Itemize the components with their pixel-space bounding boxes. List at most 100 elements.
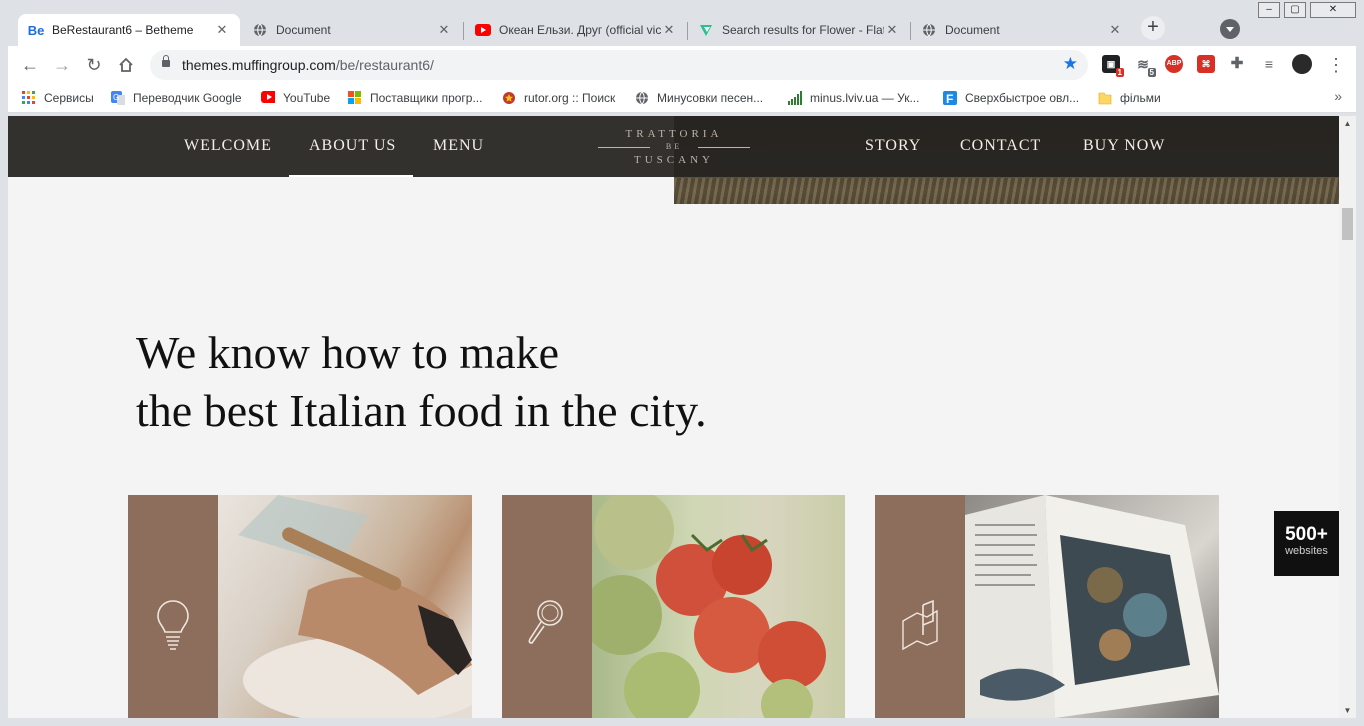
url-host: themes.muffingroup.com — [182, 57, 336, 73]
tab-title: Search results for Flower - Flat — [722, 23, 884, 37]
flag-map-icon — [902, 599, 938, 651]
apps-grid-icon — [22, 91, 35, 104]
badge-label: websites — [1285, 545, 1328, 557]
bookmark-google-translate[interactable]: G Переводчик Google — [111, 90, 242, 106]
logo-line-3: TUSCANY — [634, 154, 714, 166]
globe-icon — [252, 22, 268, 38]
page-scrollbar[interactable]: ▲ ▼ — [1339, 116, 1356, 718]
logo-rule — [598, 147, 650, 148]
reader-extension-icon[interactable]: ≋ 5 — [1134, 55, 1156, 77]
bookmark-minus-lviv[interactable]: minus.lviv.ua — Ук... — [788, 90, 919, 106]
feature-card[interactable] — [128, 495, 472, 718]
nav-menu[interactable]: MENU — [433, 137, 484, 155]
open-recipe-book-photo — [965, 495, 1219, 718]
adblock-extension-icon[interactable]: ABP — [1165, 55, 1183, 73]
notification-extension-icon[interactable]: ▣ 1 — [1102, 55, 1124, 77]
nav-buy-now[interactable]: BUY NOW — [1083, 137, 1165, 155]
pdf-extension-icon[interactable]: ⌘ — [1197, 55, 1215, 73]
tab-search-button[interactable] — [1220, 19, 1240, 39]
youtube-icon — [261, 91, 275, 103]
logo-rule — [698, 147, 750, 148]
youtube-icon — [475, 22, 491, 38]
address-bar[interactable]: themes.muffingroup.com/be/restaurant6/ ★ — [150, 50, 1088, 80]
be-logo-icon: Be — [27, 22, 45, 38]
bookmark-label: minus.lviv.ua — Ук... — [810, 91, 920, 105]
tab-document-1[interactable]: Document ✕ — [242, 14, 462, 46]
home-button[interactable] — [114, 54, 138, 76]
close-tab-icon[interactable]: ✕ — [436, 22, 452, 38]
magnifier-icon — [528, 600, 563, 644]
page-viewport: WELCOME ABOUT US MENU TRATTORIA BE TUSCA… — [8, 116, 1339, 718]
feature-card[interactable] — [875, 495, 1219, 718]
tab-title: BeRestaurant6 – Betheme — [52, 23, 194, 37]
tab-document-2[interactable]: Document ✕ — [911, 14, 1133, 46]
bookmarks-overflow-icon[interactable]: » — [1334, 88, 1342, 104]
google-translate-icon: G — [111, 91, 125, 105]
badge-number: 500+ — [1285, 524, 1328, 545]
tab-youtube[interactable]: Океан Ельзи. Друг (official vic ✕ — [465, 14, 687, 46]
close-tab-icon[interactable]: ✕ — [661, 22, 677, 38]
site-logo[interactable]: TRATTORIA BE TUSCANY — [598, 128, 750, 168]
reading-list-icon[interactable]: ≡ — [1260, 55, 1278, 73]
globe-icon — [636, 91, 648, 105]
bookmark-label: фільми — [1120, 91, 1161, 105]
bookmark-services[interactable]: Сервисы — [22, 90, 94, 106]
bookmark-star-icon[interactable]: ★ — [1063, 54, 1078, 74]
forward-button[interactable]: → — [50, 54, 74, 76]
card-icon-panel — [128, 495, 218, 718]
globe-icon — [921, 22, 937, 38]
card-icon-panel — [875, 495, 965, 718]
tab-title: Океан Ельзи. Друг (official vic — [499, 23, 661, 37]
folder-icon — [1098, 92, 1112, 105]
site-navigation: WELCOME ABOUT US MENU TRATTORIA BE TUSCA… — [8, 116, 1339, 177]
tab-berestaurant[interactable]: Be BeRestaurant6 – Betheme ✕ — [18, 14, 240, 46]
websites-promo-badge[interactable]: 500+ websites — [1274, 511, 1339, 576]
browser-menu-button[interactable]: ⋮ — [1324, 54, 1348, 76]
new-tab-button[interactable]: + — [1141, 16, 1165, 40]
active-nav-indicator — [289, 175, 413, 177]
close-tab-icon[interactable]: ✕ — [1107, 22, 1123, 38]
hands-kneading-dough-photo — [218, 495, 472, 718]
bookmark-minusovki[interactable]: Минусовки песен... — [635, 90, 763, 106]
avatar[interactable] — [1292, 54, 1312, 74]
tab-separator — [463, 22, 464, 40]
bookmark-youtube[interactable]: YouTube — [261, 90, 330, 106]
lock-icon — [162, 55, 170, 67]
scroll-down-arrow-icon[interactable]: ▼ — [1339, 703, 1356, 718]
f-logo-icon: F — [943, 91, 957, 105]
bookmark-label: Сервисы — [44, 91, 94, 105]
extension-badge: 1 — [1115, 68, 1124, 77]
scroll-up-arrow-icon[interactable]: ▲ — [1339, 116, 1356, 131]
nav-about-us[interactable]: ABOUT US — [309, 137, 396, 155]
microsoft-icon — [348, 91, 361, 104]
close-tab-icon[interactable]: ✕ — [884, 22, 900, 38]
signal-bars-icon — [788, 91, 802, 105]
browser-window: – ▢ ✕ Be BeRestaurant6 – Betheme ✕ Docum… — [0, 0, 1364, 726]
bookmark-microsoft[interactable]: Поставщики прогр... — [348, 90, 482, 106]
svg-text:F: F — [946, 92, 953, 105]
bookmark-rutor[interactable]: rutor.org :: Поиск — [502, 90, 615, 106]
headline-line-2: the best Italian food in the city. — [136, 385, 707, 436]
bookmark-label: Сверхбыстрое овл... — [965, 91, 1080, 105]
tab-flaticon[interactable]: Search results for Flower - Flat ✕ — [688, 14, 910, 46]
nav-contact[interactable]: CONTACT — [960, 137, 1041, 155]
lightbulb-icon — [157, 600, 189, 650]
puzzle-extensions-icon[interactable]: ✚ — [1228, 55, 1246, 73]
scrollbar-thumb[interactable] — [1342, 208, 1353, 240]
nav-story[interactable]: STORY — [865, 137, 921, 155]
page-headline: We know how to make the best Italian foo… — [136, 324, 707, 440]
tomatoes-vine-photo — [592, 495, 845, 718]
bookmark-label: rutor.org :: Поиск — [524, 91, 616, 105]
rutor-icon — [503, 92, 515, 104]
close-tab-icon[interactable]: ✕ — [214, 22, 230, 38]
back-button[interactable]: ← — [18, 54, 42, 76]
feature-card[interactable] — [502, 495, 845, 718]
tab-title: Document — [945, 23, 1000, 37]
reload-button[interactable]: ↻ — [82, 54, 106, 76]
bookmarks-bar: Сервисы G Переводчик Google YouTube Пост… — [8, 84, 1356, 113]
bookmark-fast-download[interactable]: F Сверхбыстрое овл... — [943, 90, 1079, 106]
bookmark-folder-films[interactable]: фільми — [1098, 90, 1161, 106]
url-text[interactable]: themes.muffingroup.com/be/restaurant6/ — [182, 57, 434, 73]
nav-welcome[interactable]: WELCOME — [184, 137, 272, 155]
browser-toolbar: ← → ↻ themes.muffingroup.com/be/restaura… — [8, 46, 1356, 84]
